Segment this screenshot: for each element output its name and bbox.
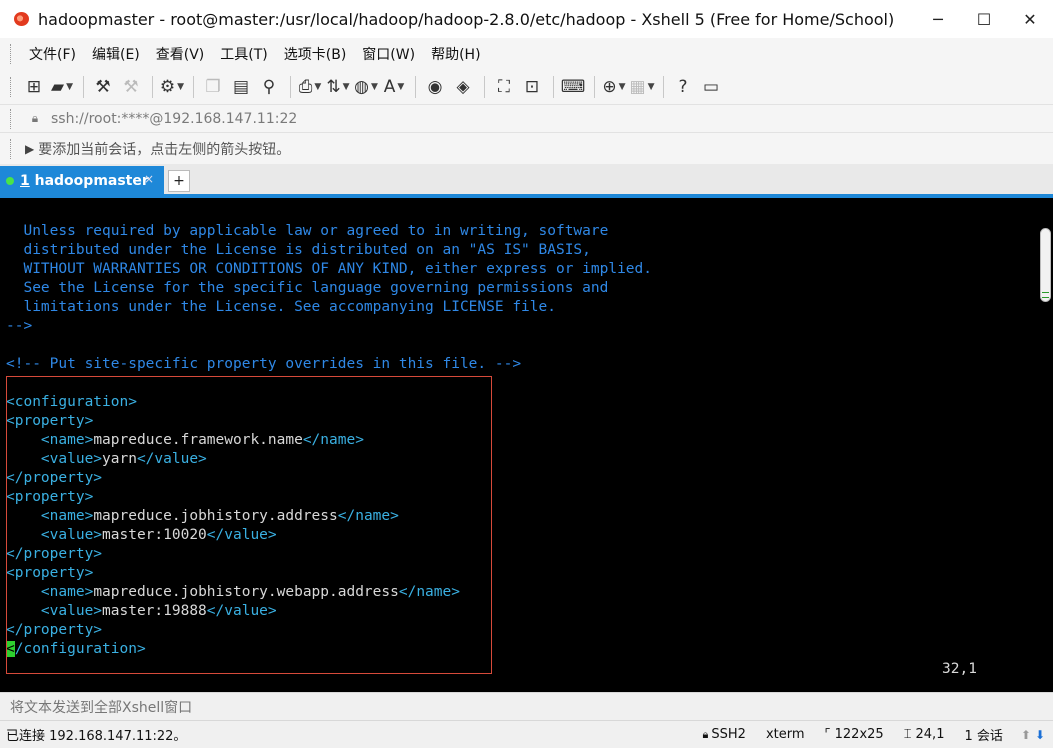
xshell-logo-icon bbox=[12, 11, 32, 27]
new-session-icon[interactable]: ⊞ bbox=[21, 74, 47, 100]
menu-help[interactable]: 帮助(H) bbox=[423, 44, 488, 64]
menu-file[interactable]: 文件(F) bbox=[21, 44, 84, 64]
menu-bar: 文件(F) 编辑(E) 查看(V) 工具(T) 选项卡(B) 窗口(W) 帮助(… bbox=[0, 38, 1053, 70]
upload-arrow-icon: ⬆ bbox=[1020, 727, 1031, 742]
paste-icon[interactable]: ▤ bbox=[228, 74, 254, 100]
xagent-icon[interactable]: ◈ bbox=[450, 74, 476, 100]
compose-bar[interactable]: 将文本发送到全部Xshell窗口 bbox=[0, 692, 1053, 720]
status-bar: 已连接 192.168.147.11:22。 🔒︎ SSH2 xterm ⌜ 122… bbox=[0, 720, 1053, 748]
disconnect-icon[interactable]: ⚒ bbox=[118, 74, 144, 100]
session-count: 1 会话 bbox=[964, 729, 1003, 744]
close-button[interactable]: ✕ bbox=[1007, 0, 1053, 38]
new-tab-button[interactable]: + bbox=[168, 170, 190, 192]
address-grip[interactable] bbox=[10, 108, 13, 129]
highlight-box bbox=[6, 376, 492, 674]
globe-icon[interactable]: ◍ ▼ bbox=[353, 74, 379, 100]
compose-placeholder: 将文本发送到全部Xshell窗口 bbox=[10, 699, 193, 716]
address-bar: 🔒︎ ssh://root:****@192.168.147.11:22 bbox=[0, 104, 1053, 132]
lock-icon[interactable]: ⊡ bbox=[519, 74, 545, 100]
license-line: WITHOUT WARRANTIES OR CONDITIONS OF ANY … bbox=[6, 261, 653, 277]
transfer-icon[interactable]: ⇅ ▼ bbox=[325, 74, 351, 100]
protocol-lock-icon: 🔒︎ bbox=[702, 727, 709, 741]
cursor-icon: ⌶ bbox=[903, 727, 912, 742]
reconnect-icon[interactable]: ⚒ bbox=[90, 74, 116, 100]
toolbar-divider bbox=[663, 76, 664, 98]
menu-tabs[interactable]: 选项卡(B) bbox=[276, 44, 355, 64]
address-field[interactable]: 🔒︎ ssh://root:****@192.168.147.11:22 bbox=[21, 106, 1049, 131]
layout-icon[interactable]: ▦ ▼ bbox=[629, 74, 655, 100]
maximize-button[interactable]: ☐ bbox=[961, 0, 1007, 38]
terminal-type: xterm bbox=[765, 727, 805, 742]
toolbar-divider bbox=[484, 76, 485, 98]
download-arrow-icon: ⬇ bbox=[1034, 727, 1045, 742]
tab-number: 1 bbox=[20, 173, 30, 189]
add-pane-icon[interactable]: ⊕ ▼ bbox=[601, 74, 627, 100]
keyboard-icon[interactable]: ⌨ bbox=[560, 74, 586, 100]
upload-download-arrows: ⬆ ⬇ bbox=[1013, 728, 1053, 742]
license-line: limitations under the License. See accom… bbox=[6, 299, 556, 315]
connection-status: 已连接 192.168.147.11:22。 bbox=[6, 729, 187, 744]
toolbar-divider bbox=[152, 76, 153, 98]
chat-icon[interactable]: ▭ bbox=[698, 74, 724, 100]
tab-close-icon[interactable]: × bbox=[144, 172, 154, 186]
session-hint-bar: ▶ 要添加当前会话，点击左侧的箭头按钮。 bbox=[0, 132, 1053, 164]
hint-text: 要添加当前会话，点击左侧的箭头按钮。 bbox=[38, 141, 291, 158]
site-comment: <!-- Put site-specific property override… bbox=[6, 356, 522, 372]
hint-grip[interactable] bbox=[10, 138, 13, 159]
terminal-size: ⌜ 122x25 bbox=[824, 727, 884, 742]
lock-icon: 🔒︎ bbox=[31, 111, 39, 125]
vertical-scrollbar[interactable] bbox=[1040, 228, 1051, 302]
title-bar: hadoopmaster - root@master:/usr/local/ha… bbox=[0, 0, 1053, 38]
cursor-position: 32,1 bbox=[942, 661, 977, 677]
toolbar-divider bbox=[290, 76, 291, 98]
menu-edit[interactable]: 编辑(E) bbox=[84, 44, 148, 64]
font-icon[interactable]: A ▼ bbox=[381, 74, 407, 100]
toolbar-divider bbox=[415, 76, 416, 98]
fullscreen-icon[interactable]: ⛶ bbox=[491, 74, 517, 100]
protocol-status: 🔒︎ SSH2 bbox=[702, 727, 746, 742]
properties-icon[interactable]: ⚙ ▼ bbox=[159, 74, 185, 100]
resize-icon: ⌜ bbox=[824, 727, 831, 742]
license-line: Unless required by applicable law or agr… bbox=[6, 223, 609, 239]
tab-label: 1 hadoopmaster bbox=[20, 173, 149, 189]
address-value: ssh://root:****@192.168.147.11:22 bbox=[51, 110, 298, 127]
tab-title: hadoopmaster bbox=[34, 173, 149, 189]
tab-bar: 1 hadoopmaster × + bbox=[0, 164, 1053, 196]
help-icon[interactable]: ? bbox=[670, 74, 696, 100]
tab-hadoopmaster[interactable]: 1 hadoopmaster × bbox=[0, 166, 164, 196]
connected-status-icon bbox=[6, 177, 14, 185]
window-controls: ─ ☐ ✕ bbox=[915, 0, 1053, 38]
toolbar-divider bbox=[553, 76, 554, 98]
find-icon[interactable]: ⚲ bbox=[256, 74, 282, 100]
toolbar-divider bbox=[594, 76, 595, 98]
license-line: See the License for the specific languag… bbox=[6, 280, 609, 296]
scroll-grip-icon bbox=[1042, 292, 1049, 298]
menu-view[interactable]: 查看(V) bbox=[148, 44, 213, 64]
toolbar-grip[interactable] bbox=[10, 77, 13, 97]
xftp-icon[interactable]: ◉ bbox=[422, 74, 448, 100]
comment-end: --> bbox=[6, 318, 33, 334]
window-title: hadoopmaster - root@master:/usr/local/ha… bbox=[38, 9, 895, 29]
toolbar-divider bbox=[193, 76, 194, 98]
print-icon[interactable]: ⎙ ▼ bbox=[297, 74, 323, 100]
add-session-arrow-icon[interactable]: ▶ bbox=[25, 142, 34, 156]
open-folder-icon[interactable]: ▰ ▼ bbox=[49, 74, 75, 100]
toolbar-divider bbox=[83, 76, 84, 98]
toolbar: ⊞ ▰ ▼ ⚒ ⚒ ⚙ ▼ ❐ ▤ ⚲ ⎙ ▼ ⇅ ▼ ◍ ▼ A ▼ ◉ ◈ ⛶ ⊡ ⌨ … bbox=[0, 70, 1053, 104]
copy-icon[interactable]: ❐ bbox=[200, 74, 226, 100]
minimize-button[interactable]: ─ bbox=[915, 0, 961, 38]
menu-window[interactable]: 窗口(W) bbox=[354, 44, 423, 64]
menu-tools[interactable]: 工具(T) bbox=[212, 44, 275, 64]
cursor-status: ⌶ 24,1 bbox=[903, 727, 945, 742]
menu-grip[interactable] bbox=[10, 44, 13, 64]
license-line: distributed under the License is distrib… bbox=[6, 242, 591, 258]
terminal-view[interactable]: Unless required by applicable law or agr… bbox=[0, 198, 1053, 692]
